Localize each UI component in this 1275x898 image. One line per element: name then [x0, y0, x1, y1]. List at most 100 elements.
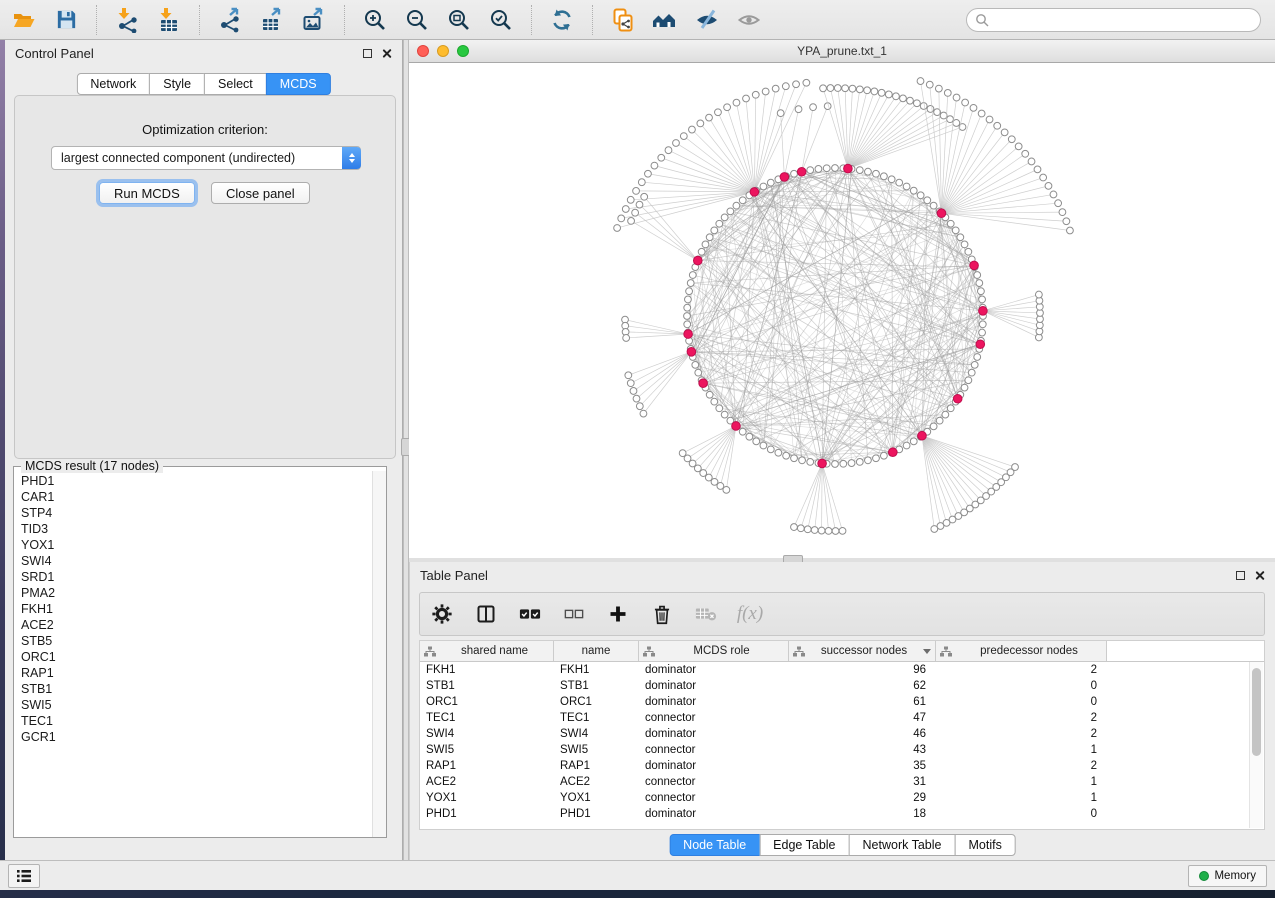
mcds-result-item[interactable]: SWI5: [21, 697, 372, 713]
zoom-in-button[interactable]: [359, 4, 391, 36]
cell-successor-nodes: 29: [789, 792, 936, 804]
mcds-result-item[interactable]: SRD1: [21, 569, 372, 585]
mcds-result-item[interactable]: RAP1: [21, 665, 372, 681]
duplicate-network-icon: [610, 7, 636, 33]
control-panel: Control Panel NetworkStyleSelectMCDS Opt…: [5, 40, 403, 860]
criterion-value: largest connected component (undirected): [52, 151, 342, 165]
run-mcds-button[interactable]: Run MCDS: [99, 182, 195, 204]
close-panel-icon[interactable]: [381, 48, 392, 59]
column-header-name[interactable]: name: [554, 641, 639, 661]
open-file-button[interactable]: [8, 4, 40, 36]
deselect-all-button[interactable]: [562, 602, 586, 626]
criterion-dropdown[interactable]: largest connected component (undirected): [51, 146, 361, 170]
table-row[interactable]: RAP1RAP1dominator352: [420, 758, 1264, 774]
table-row[interactable]: ACE2ACE2connector311: [420, 774, 1264, 790]
search-field[interactable]: [966, 8, 1261, 32]
mcds-result-item[interactable]: CAR1: [21, 489, 372, 505]
zoom-selected-button[interactable]: [485, 4, 517, 36]
mcds-result-item[interactable]: PHD1: [21, 473, 372, 489]
column-header-MCDS-role[interactable]: MCDS role: [639, 641, 789, 661]
control-panel-tabs: NetworkStyleSelectMCDS: [76, 73, 330, 95]
cell-predecessor-nodes: 1: [936, 792, 1107, 804]
column-header-successor-nodes[interactable]: successor nodes: [789, 641, 936, 661]
mcds-result-scrollbar[interactable]: [372, 471, 386, 837]
column-header-shared-name[interactable]: shared name: [420, 641, 554, 661]
mcds-result-item[interactable]: ORC1: [21, 649, 372, 665]
import-table-button[interactable]: [153, 4, 185, 36]
cell-predecessor-nodes: 2: [936, 760, 1107, 772]
cell-successor-nodes: 35: [789, 760, 936, 772]
tab-motifs[interactable]: Motifs: [954, 834, 1015, 856]
save-floppy-icon: [54, 7, 79, 32]
first-neighbors-button[interactable]: [649, 4, 681, 36]
import-network-button[interactable]: [111, 4, 143, 36]
delete-column-button[interactable]: [650, 602, 674, 626]
export-table-button[interactable]: [256, 4, 288, 36]
column-header-predecessor-nodes[interactable]: predecessor nodes: [936, 641, 1107, 661]
mcds-result-item[interactable]: GCR1: [21, 729, 372, 745]
table-row[interactable]: SWI5SWI5connector431: [420, 742, 1264, 758]
zoom-out-button[interactable]: [401, 4, 433, 36]
export-table-icon: [259, 7, 285, 33]
close-panel-icon[interactable]: [1254, 570, 1265, 581]
tab-network-table[interactable]: Network Table: [849, 834, 956, 856]
network-canvas[interactable]: [409, 63, 1275, 559]
tab-style[interactable]: Style: [149, 73, 205, 95]
table-row[interactable]: FKH1FKH1dominator962: [420, 662, 1264, 678]
table-row[interactable]: PHD1PHD1dominator180: [420, 806, 1264, 822]
table-row[interactable]: SWI4SWI4dominator462: [420, 726, 1264, 742]
tab-network[interactable]: Network: [76, 73, 150, 95]
export-network-button[interactable]: [214, 4, 246, 36]
mcds-result-item[interactable]: TID3: [21, 521, 372, 537]
import-network-icon: [114, 7, 140, 33]
mcds-result-item[interactable]: ACE2: [21, 617, 372, 633]
network-window-titlebar[interactable]: YPA_prune.txt_1: [409, 40, 1275, 63]
mcds-result-item[interactable]: STB1: [21, 681, 372, 697]
table-toolbar: f(x): [419, 592, 1265, 636]
cell-name: FKH1: [554, 664, 639, 676]
mcds-result-item[interactable]: PMA2: [21, 585, 372, 601]
table-options-button[interactable]: [430, 602, 454, 626]
sidebar-toggle-button[interactable]: [8, 864, 40, 888]
show-columns-button[interactable]: [474, 602, 498, 626]
mcds-result-item[interactable]: STB5: [21, 633, 372, 649]
attribute-tree-icon: [643, 646, 655, 657]
mcds-result-item[interactable]: TEC1: [21, 713, 372, 729]
memory-button[interactable]: Memory: [1188, 865, 1267, 887]
cell-successor-nodes: 96: [789, 664, 936, 676]
add-column-button[interactable]: [606, 602, 630, 626]
table-row[interactable]: ORC1ORC1dominator610: [420, 694, 1264, 710]
tab-select[interactable]: Select: [204, 73, 267, 95]
mcds-result-item[interactable]: YOX1: [21, 537, 372, 553]
search-input[interactable]: [994, 12, 1252, 28]
select-all-button[interactable]: [518, 602, 542, 626]
duplicate-network-button[interactable]: [607, 4, 639, 36]
float-panel-icon[interactable]: [1236, 571, 1245, 580]
table-row[interactable]: YOX1YOX1connector291: [420, 790, 1264, 806]
mcds-result-list[interactable]: PHD1CAR1STP4TID3YOX1SWI4SRD1PMA2FKH1ACE2…: [15, 473, 372, 836]
show-all-button[interactable]: [733, 4, 765, 36]
tab-node-table[interactable]: Node Table: [669, 834, 760, 856]
refresh-layout-button[interactable]: [546, 4, 578, 36]
table-scrollbar[interactable]: [1249, 662, 1263, 828]
cell-shared-name: TEC1: [420, 712, 554, 724]
tab-mcds[interactable]: MCDS: [266, 73, 331, 95]
cell-MCDS-role: connector: [639, 744, 789, 756]
zoom-fit-button[interactable]: [443, 4, 475, 36]
cell-name: YOX1: [554, 792, 639, 804]
mcds-result-item[interactable]: SWI4: [21, 553, 372, 569]
import-table-icon: [156, 7, 182, 33]
node-table: shared namenameMCDS rolesuccessor nodesp…: [419, 640, 1265, 830]
mcds-result-item[interactable]: FKH1: [21, 601, 372, 617]
scrollbar-thumb[interactable]: [1252, 668, 1261, 756]
export-image-button[interactable]: [298, 4, 330, 36]
table-row[interactable]: TEC1TEC1connector472: [420, 710, 1264, 726]
float-panel-icon[interactable]: [363, 49, 372, 58]
hide-selected-button[interactable]: [691, 4, 723, 36]
tab-edge-table[interactable]: Edge Table: [759, 834, 849, 856]
cell-successor-nodes: 47: [789, 712, 936, 724]
save-session-button[interactable]: [50, 4, 82, 36]
mcds-result-item[interactable]: STP4: [21, 505, 372, 521]
close-panel-button[interactable]: Close panel: [211, 182, 310, 204]
table-row[interactable]: STB1STB1dominator620: [420, 678, 1264, 694]
